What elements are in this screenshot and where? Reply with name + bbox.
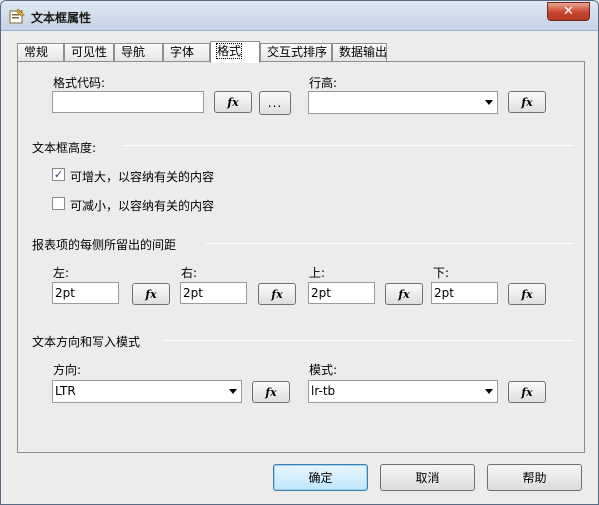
- line-height-select[interactable]: [308, 91, 498, 114]
- cancel-button[interactable]: 取消: [380, 464, 475, 491]
- group-divider: [206, 243, 574, 244]
- tab-interactive-sort[interactable]: 交互式排序: [260, 43, 332, 62]
- format-code-input[interactable]: [52, 91, 204, 113]
- tab-font[interactable]: 字体: [163, 43, 210, 62]
- padding-right-fx-button[interactable]: fx: [258, 283, 296, 305]
- chevron-down-icon: [485, 100, 493, 105]
- ellipsis-icon: ...: [267, 96, 283, 110]
- writing-mode-fx-button[interactable]: fx: [508, 381, 546, 403]
- padding-top-label: 上:: [309, 266, 326, 280]
- fx-icon: fx: [521, 95, 533, 109]
- fx-icon: fx: [265, 385, 277, 399]
- can-grow-label: 可增大，以容纳有关的内容: [70, 170, 215, 184]
- tab-data-output[interactable]: 数据输出: [332, 43, 387, 62]
- fx-icon: fx: [521, 385, 533, 399]
- help-button[interactable]: 帮助: [487, 464, 582, 491]
- direction-select[interactable]: LTR: [52, 380, 242, 403]
- tab-general[interactable]: 常规: [17, 43, 64, 62]
- fx-icon: fx: [271, 287, 283, 301]
- padding-top-input[interactable]: 2pt: [308, 282, 375, 304]
- chevron-down-icon: [485, 389, 493, 394]
- textbox-height-group-label: 文本框高度:: [32, 141, 97, 155]
- tab-visibility[interactable]: 可见性: [64, 43, 114, 62]
- can-grow-checkbox[interactable]: ✓: [52, 168, 65, 181]
- format-code-label: 格式代码:: [53, 76, 106, 90]
- can-shrink-label: 可减小，以容纳有关的内容: [70, 199, 215, 213]
- close-button[interactable]: ✕: [547, 2, 590, 21]
- text-box-properties-dialog: 文本框属性 ✕ 常规 可见性 导航 字体 格式 交互式排序 数据输出 格式代码:…: [0, 0, 599, 505]
- group-divider: [124, 145, 574, 146]
- can-shrink-checkbox[interactable]: [52, 197, 65, 210]
- tab-format[interactable]: 格式: [210, 41, 260, 63]
- fx-icon: fx: [521, 287, 533, 301]
- writing-mode-label: 模式:: [309, 363, 338, 377]
- padding-left-fx-button[interactable]: fx: [132, 283, 170, 305]
- ok-button[interactable]: 确定: [273, 464, 368, 491]
- line-height-label: 行高:: [309, 76, 338, 90]
- padding-bottom-input[interactable]: 2pt: [431, 282, 498, 304]
- title-bar[interactable]: 文本框属性 ✕: [1, 1, 598, 31]
- padding-left-label: 左:: [53, 266, 70, 280]
- properties-icon: [9, 8, 25, 24]
- fx-icon: fx: [145, 287, 157, 301]
- tab-navigation[interactable]: 导航: [114, 43, 163, 62]
- format-code-browse-button[interactable]: ...: [259, 91, 291, 115]
- direction-group-label: 文本方向和写入模式: [32, 335, 141, 349]
- format-tab-panel: 格式代码: fx ... 行高: fx 文本框高度: ✓ 可增大，以容纳有关的内…: [17, 61, 585, 453]
- format-code-fx-button[interactable]: fx: [214, 91, 252, 113]
- padding-bottom-label: 下:: [433, 266, 450, 280]
- padding-top-fx-button[interactable]: fx: [385, 283, 423, 305]
- fx-icon: fx: [227, 95, 239, 109]
- writing-mode-select[interactable]: lr-tb: [308, 380, 498, 403]
- padding-right-input[interactable]: 2pt: [180, 282, 247, 304]
- padding-left-input[interactable]: 2pt: [52, 282, 119, 304]
- padding-bottom-fx-button[interactable]: fx: [508, 283, 546, 305]
- line-height-fx-button[interactable]: fx: [508, 91, 546, 113]
- chevron-down-icon: [229, 389, 237, 394]
- window-title: 文本框属性: [31, 11, 92, 25]
- direction-label: 方向:: [53, 363, 82, 377]
- group-divider: [164, 340, 574, 341]
- direction-fx-button[interactable]: fx: [252, 381, 290, 403]
- padding-group-label: 报表项的每侧所留出的间距: [32, 238, 177, 252]
- padding-right-label: 右:: [181, 266, 198, 280]
- fx-icon: fx: [398, 287, 410, 301]
- close-icon: ✕: [563, 4, 574, 19]
